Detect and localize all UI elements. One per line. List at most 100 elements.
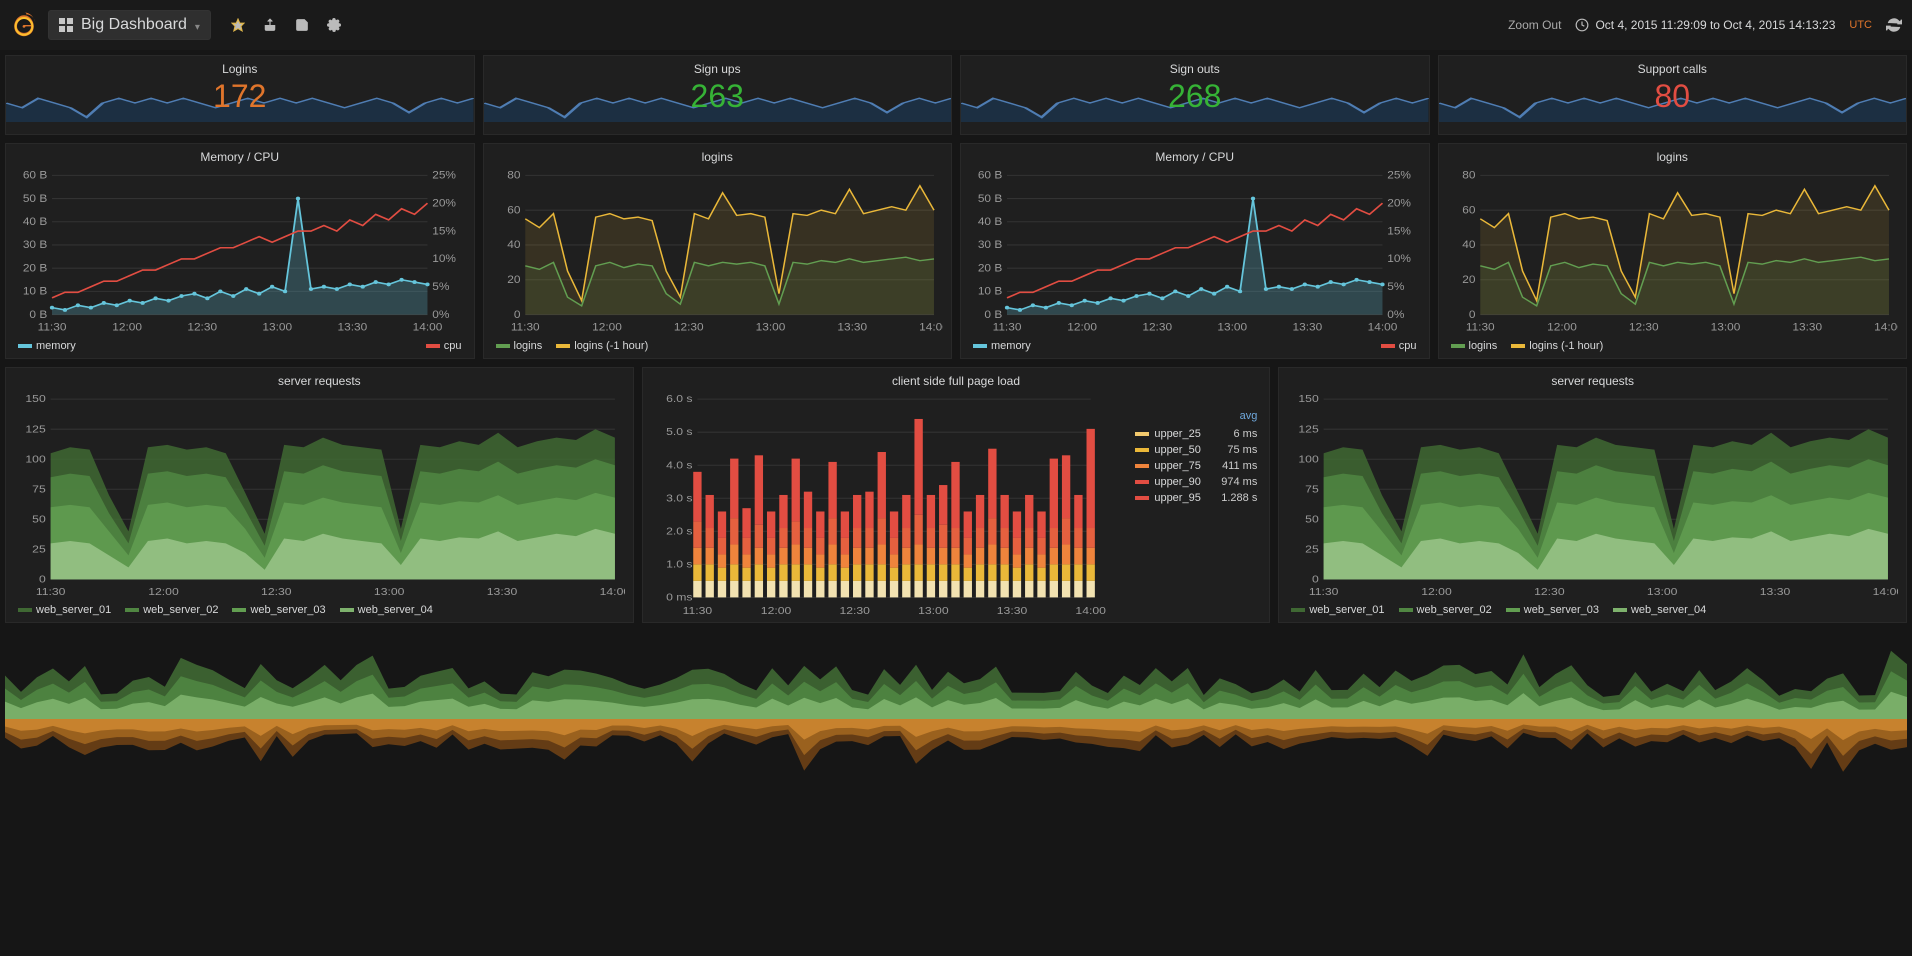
- panel-logins-2[interactable]: logins 02040608011:3012:0012:3013:0013:3…: [1438, 143, 1908, 359]
- svg-text:12:00: 12:00: [148, 587, 179, 598]
- svg-text:0 B: 0 B: [984, 309, 1002, 320]
- svg-text:12:30: 12:30: [261, 587, 292, 598]
- svg-text:50 B: 50 B: [23, 193, 47, 204]
- legend: memory cpu: [6, 336, 474, 358]
- legend-item[interactable]: web_server_03: [232, 604, 325, 616]
- legend-item[interactable]: upper_50 75 ms: [1131, 442, 1261, 458]
- save-icon[interactable]: [295, 18, 309, 32]
- dashboard-name: Big Dashboard: [81, 16, 187, 34]
- legend-item[interactable]: web_server_01: [18, 604, 111, 616]
- svg-text:1.0 s: 1.0 s: [666, 559, 693, 570]
- legend: web_server_01 web_server_02 web_server_03 w…: [6, 600, 633, 622]
- svg-text:12:00: 12:00: [592, 322, 622, 333]
- svg-text:13:00: 13:00: [918, 606, 949, 617]
- chart-area[interactable]: 025507510012515011:3012:0012:3013:0013:3…: [6, 390, 633, 600]
- panel-overview[interactable]: [5, 631, 1907, 791]
- legend-item[interactable]: upper_95 1.288 s: [1131, 490, 1261, 506]
- svg-text:13:00: 13:00: [1710, 322, 1740, 333]
- svg-text:20: 20: [507, 274, 520, 285]
- svg-text:20 B: 20 B: [23, 263, 47, 274]
- svg-text:5%: 5%: [432, 281, 449, 292]
- chart-area[interactable]: 0 ms1.0 s2.0 s3.0 s4.0 s5.0 s6.0 s11:301…: [643, 390, 1270, 620]
- chart-area[interactable]: 02040608011:3012:0012:3013:0013:3014:00: [1439, 166, 1907, 336]
- svg-text:13:00: 13:00: [1217, 322, 1247, 333]
- panel-title: Support calls: [1638, 56, 1707, 78]
- svg-text:11:30: 11:30: [1309, 587, 1339, 598]
- legend-item[interactable]: web_server_01: [1291, 604, 1384, 616]
- svg-text:13:30: 13:30: [1293, 322, 1323, 333]
- legend-item[interactable]: web_server_04: [340, 604, 433, 616]
- svg-text:11:30: 11:30: [36, 587, 66, 598]
- legend-item[interactable]: upper_90 974 ms: [1131, 474, 1261, 490]
- svg-text:75: 75: [32, 484, 46, 495]
- svg-text:60 B: 60 B: [978, 170, 1002, 181]
- svg-text:30 B: 30 B: [23, 240, 47, 251]
- chart-area[interactable]: 025507510012515011:3012:0012:3013:0013:3…: [1279, 390, 1906, 600]
- svg-text:40: 40: [507, 240, 520, 251]
- panel-title: client side full page load: [643, 368, 1270, 390]
- singlestat-support-calls[interactable]: Support calls 80: [1438, 55, 1908, 135]
- svg-text:11:30: 11:30: [682, 606, 712, 617]
- top-nav: Big Dashboard ▾ Zoom Out Oct 4, 2015 11:…: [0, 0, 1912, 50]
- svg-text:12:00: 12:00: [1422, 587, 1453, 598]
- svg-text:20: 20: [1462, 274, 1475, 285]
- zoom-out-button[interactable]: Zoom Out: [1508, 18, 1561, 32]
- svg-text:12:00: 12:00: [1067, 322, 1097, 333]
- svg-text:0: 0: [513, 309, 520, 320]
- chart-area[interactable]: 0 B10 B20 B30 B40 B50 B60 B0%5%10%15%20%…: [6, 166, 474, 336]
- panel-memory-cpu-2[interactable]: Memory / CPU 0 B10 B20 B30 B40 B50 B60 B…: [960, 143, 1430, 359]
- panel-memory-cpu[interactable]: Memory / CPU 0 B10 B20 B30 B40 B50 B60 B…: [5, 143, 475, 359]
- svg-text:14:00: 14:00: [1873, 587, 1898, 598]
- svg-text:14:00: 14:00: [1075, 606, 1106, 617]
- svg-text:12:30: 12:30: [1142, 322, 1172, 333]
- svg-text:5%: 5%: [1387, 281, 1404, 292]
- svg-text:11:30: 11:30: [38, 322, 67, 333]
- legend-table: avg upper_25 6 ms upper_50 75 ms upper_7…: [1131, 410, 1261, 506]
- stat-value: 172: [213, 80, 266, 112]
- svg-text:12:30: 12:30: [187, 322, 217, 333]
- grafana-logo-icon[interactable]: [10, 11, 38, 39]
- svg-text:2.0 s: 2.0 s: [666, 526, 693, 537]
- legend-item[interactable]: upper_75 411 ms: [1131, 458, 1261, 474]
- legend-item[interactable]: web_server_02: [1399, 604, 1492, 616]
- charts-row-4: [5, 631, 1907, 791]
- svg-text:0 B: 0 B: [29, 309, 47, 320]
- svg-text:14:00: 14:00: [1874, 322, 1898, 333]
- panel-logins[interactable]: logins 02040608011:3012:0012:3013:0013:3…: [483, 143, 953, 359]
- svg-text:25: 25: [32, 544, 46, 555]
- settings-icon[interactable]: [327, 18, 341, 32]
- refresh-icon[interactable]: [1886, 17, 1902, 33]
- legend-item[interactable]: web_server_02: [125, 604, 218, 616]
- svg-text:13:00: 13:00: [374, 587, 405, 598]
- chart-area[interactable]: 0 B10 B20 B30 B40 B50 B60 B0%5%10%15%20%…: [961, 166, 1429, 336]
- svg-text:0: 0: [1312, 574, 1319, 585]
- legend-item[interactable]: web_server_04: [1613, 604, 1706, 616]
- singlestat-logins[interactable]: Logins 172: [5, 55, 475, 135]
- svg-text:13:30: 13:30: [338, 322, 368, 333]
- timezone-label: UTC: [1849, 19, 1872, 31]
- svg-text:15%: 15%: [1387, 226, 1411, 237]
- svg-text:150: 150: [1299, 394, 1319, 405]
- share-icon[interactable]: [263, 18, 277, 32]
- svg-text:13:30: 13:30: [837, 322, 867, 333]
- svg-text:13:00: 13:00: [755, 322, 785, 333]
- panel-title: logins: [1439, 144, 1907, 166]
- svg-text:13:30: 13:30: [1792, 322, 1822, 333]
- chart-area[interactable]: 02040608011:3012:0012:3013:0013:3014:00: [484, 166, 952, 336]
- legend-item[interactable]: web_server_03: [1506, 604, 1599, 616]
- stat-value: 263: [691, 80, 744, 112]
- panel-page-load[interactable]: client side full page load 0 ms1.0 s2.0 …: [642, 367, 1271, 623]
- panel-title: Logins: [222, 56, 257, 78]
- dashboard-selector[interactable]: Big Dashboard ▾: [48, 10, 211, 40]
- chart-area[interactable]: [5, 631, 1907, 791]
- legend: web_server_01 web_server_02 web_server_03 w…: [1279, 600, 1906, 622]
- panel-server-requests[interactable]: server requests 025507510012515011:3012:…: [5, 367, 634, 623]
- singlestat-sign-ups[interactable]: Sign ups 263: [483, 55, 953, 135]
- panel-server-requests-2[interactable]: server requests 025507510012515011:3012:…: [1278, 367, 1907, 623]
- time-range-picker[interactable]: Oct 4, 2015 11:29:09 to Oct 4, 2015 14:1…: [1575, 18, 1835, 32]
- stat-value: 268: [1168, 80, 1221, 112]
- singlestat-sign-outs[interactable]: Sign outs 268: [960, 55, 1430, 135]
- star-icon[interactable]: [231, 18, 245, 32]
- svg-text:100: 100: [1299, 454, 1319, 465]
- legend-item[interactable]: upper_25 6 ms: [1131, 426, 1261, 442]
